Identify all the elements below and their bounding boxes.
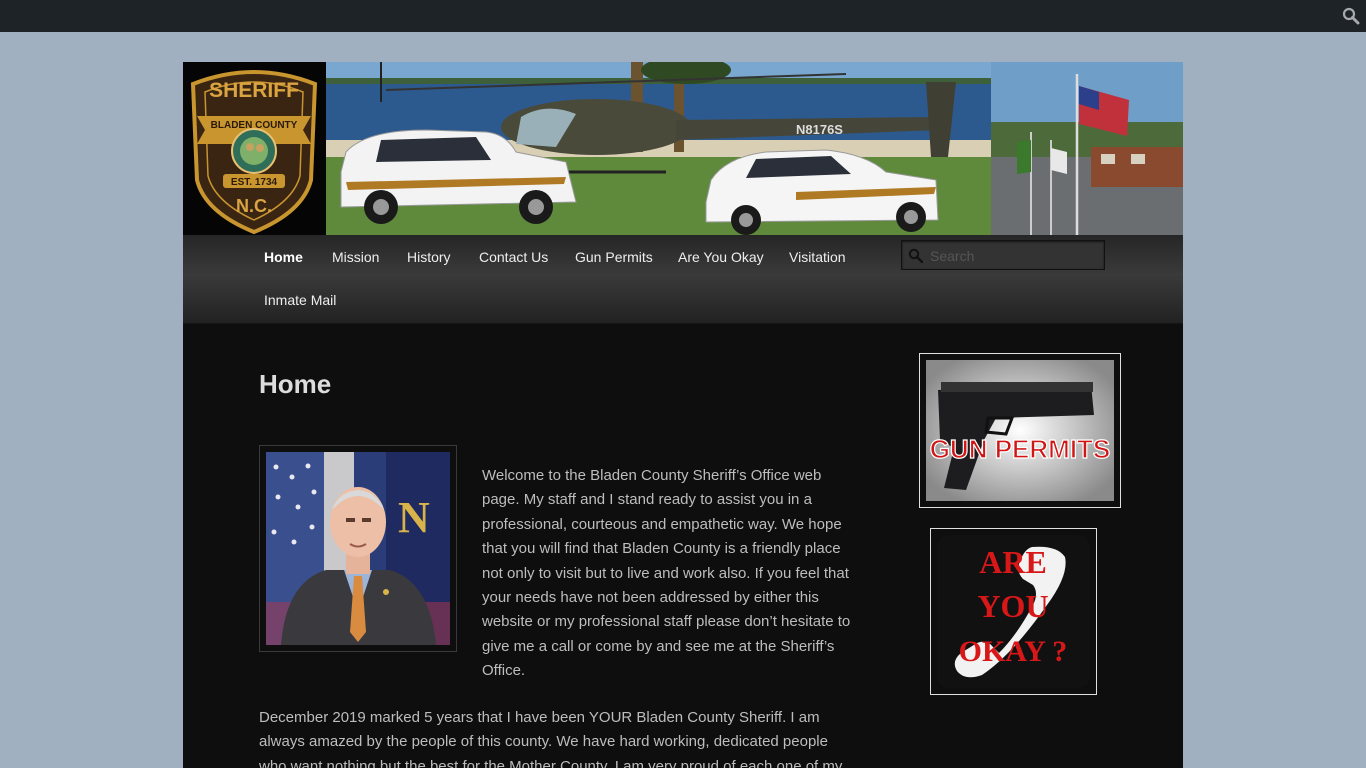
badge-bottom-text: N.C. (236, 196, 272, 216)
badge-est-text: EST. 1734 (231, 177, 278, 188)
are-you-okay-widget[interactable]: ARE YOU OKAY ? (930, 528, 1097, 695)
nav-item-contact-us[interactable]: Contact Us (479, 249, 548, 265)
badge-top-text: SHERIFF (209, 79, 299, 102)
nav-item-gun-permits[interactable]: Gun Permits (575, 249, 653, 265)
page-title: Home (259, 369, 332, 399)
page-container: SHERIFF BLADEN COUNTY EST. 1734 N.C. N81… (183, 62, 1183, 768)
are-you-okay-line1: ARE (979, 544, 1047, 580)
anniversary-paragraph: December 2019 marked 5 years that I have… (259, 709, 843, 768)
nav-item-mission[interactable]: Mission (332, 249, 379, 265)
nav-search-box[interactable] (901, 240, 1105, 270)
banner-vehicles-photo: N8176S (326, 62, 991, 235)
nav-item-are-you-okay[interactable]: Are You Okay (678, 249, 764, 265)
search-input[interactable] (928, 245, 1102, 267)
are-you-okay-line2: YOU (977, 588, 1048, 624)
welcome-paragraph: Welcome to the Bladen County Sheriff’s O… (482, 467, 851, 680)
sheriff-portrait: N (259, 445, 457, 652)
main-content: Home N Welcome to the Bladen County Sher… (183, 324, 1183, 768)
admin-bar (0, 0, 1366, 32)
banner-town-photo (991, 62, 1183, 235)
nav-item-history[interactable]: History (407, 249, 451, 265)
are-you-okay-line3: OKAY ? (959, 635, 1068, 668)
nav-item-visitation[interactable]: Visitation (789, 249, 846, 265)
helicopter-tail-number: N8176S (796, 122, 843, 137)
search-icon[interactable] (1342, 7, 1360, 25)
svg-text:N: N (398, 493, 430, 542)
nav-item-home[interactable]: Home (264, 249, 303, 265)
gun-permits-label: GUN PERMITS (930, 434, 1111, 464)
main-navigation: Home Mission History Contact Us Gun Perm… (183, 235, 1183, 324)
header-banner[interactable]: SHERIFF BLADEN COUNTY EST. 1734 N.C. N81… (183, 62, 1183, 235)
gun-permits-widget[interactable]: GUN PERMITS (919, 353, 1121, 508)
sheriff-badge-logo: SHERIFF BLADEN COUNTY EST. 1734 N.C. (183, 62, 326, 235)
nav-item-inmate-mail[interactable]: Inmate Mail (264, 292, 336, 308)
search-icon (908, 248, 923, 263)
